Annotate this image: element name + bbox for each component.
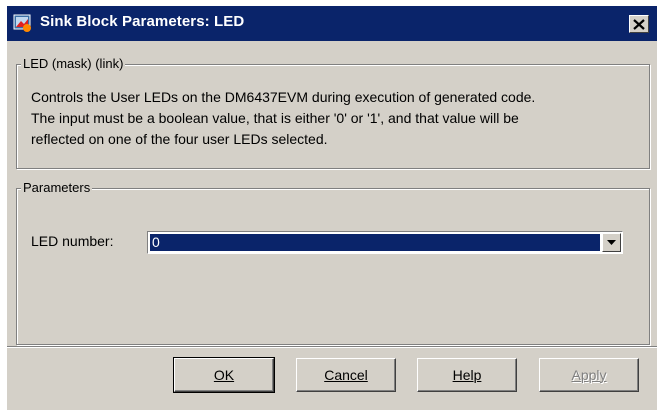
- ok-button-label: OK: [213, 367, 235, 383]
- title-bar[interactable]: Sink Block Parameters: LED: [7, 6, 657, 41]
- description-line: Controls the User LEDs on the DM6437EVM …: [31, 89, 536, 105]
- dropdown-button[interactable]: [602, 233, 621, 252]
- apply-button[interactable]: Apply: [539, 358, 639, 392]
- dialog-window: Sink Block Parameters: LED LED (mask) (l…: [7, 6, 657, 410]
- simulink-block-icon: [13, 13, 33, 33]
- parameters-group-legend: Parameters: [21, 180, 93, 196]
- mask-group-legend: LED (mask) (link): [21, 56, 126, 72]
- led-number-label: LED number:: [31, 233, 114, 249]
- parameters-group: Parameters LED number: 0: [16, 180, 650, 345]
- apply-button-label: Apply: [571, 367, 607, 383]
- close-icon: [633, 18, 645, 30]
- help-button[interactable]: Help: [417, 358, 517, 392]
- description-line: reflected on one of the four user LEDs s…: [31, 131, 328, 147]
- mask-description-group: LED (mask) (link) Controls the User LEDs…: [16, 56, 651, 169]
- ok-button[interactable]: OK: [173, 357, 275, 393]
- description-line: The input must be a boolean value, that …: [31, 110, 519, 126]
- help-button-label: Help: [452, 367, 482, 383]
- cancel-button[interactable]: Cancel: [296, 358, 396, 392]
- mask-description: Controls the User LEDs on the DM6437EVM …: [31, 87, 651, 150]
- button-separator: [7, 346, 657, 348]
- chevron-down-icon: [607, 240, 616, 245]
- close-button[interactable]: [629, 15, 649, 33]
- cancel-button-label: Cancel: [324, 367, 368, 383]
- led-number-selected-value: 0: [149, 233, 601, 252]
- led-number-dropdown[interactable]: 0: [147, 231, 623, 254]
- window-title: Sink Block Parameters: LED: [40, 13, 245, 30]
